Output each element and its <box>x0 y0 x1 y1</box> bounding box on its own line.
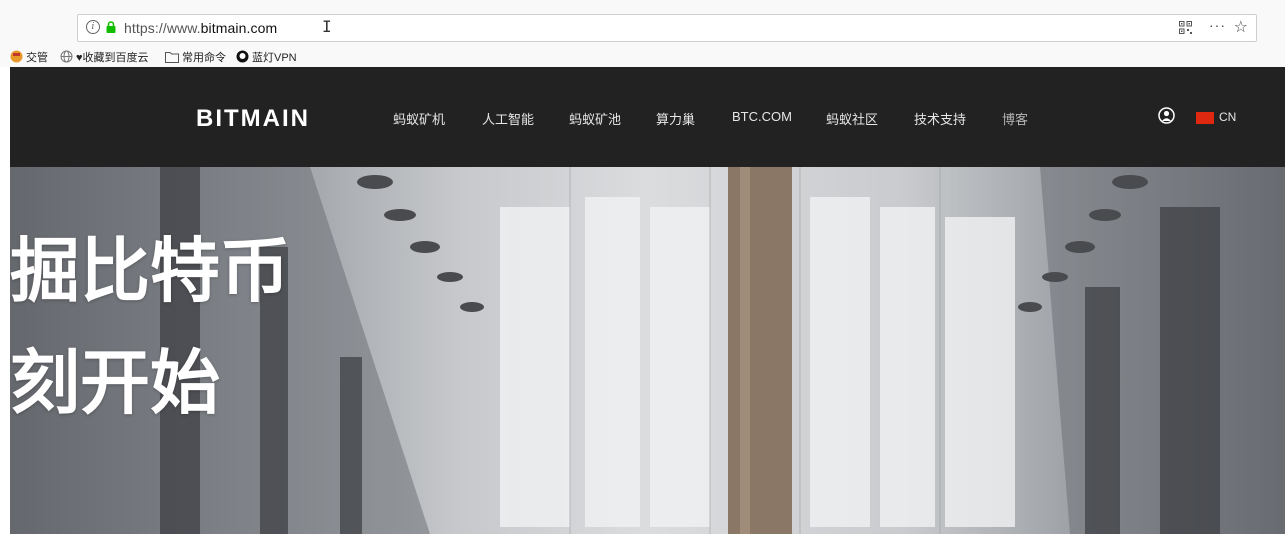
nav-item-btc-com[interactable]: BTC.COM <box>732 109 792 124</box>
folder-icon <box>165 51 179 63</box>
nav-item-ai[interactable]: 人工智能 <box>482 109 534 128</box>
nav-item-antminer[interactable]: 蚂蚁矿机 <box>393 109 445 128</box>
lock-icon[interactable] <box>106 21 116 33</box>
qr-code-icon[interactable] <box>1179 21 1192 34</box>
bookmarks-toolbar: 交管 ♥收藏到百度云 常用命令 蓝灯VPN <box>0 46 1285 67</box>
hero-headline-line2: 刻开始 <box>10 342 220 424</box>
bookmark-label: 常用命令 <box>182 51 226 64</box>
hero-headline-line1: 掘比特币 <box>10 230 290 312</box>
nav-item-blog[interactable]: 博客 <box>1002 109 1028 128</box>
globe-icon <box>60 50 73 63</box>
bookmark-item[interactable]: 蓝灯VPN <box>236 48 297 65</box>
url-prefix: https://www. <box>124 20 201 36</box>
url-text[interactable]: https://www.bitmain.com <box>124 20 277 36</box>
browser-toolbar: i https://www.bitmain.com I ··· ☆ <box>0 0 1285 46</box>
nav-item-support[interactable]: 技术支持 <box>914 109 966 128</box>
address-bar[interactable]: i https://www.bitmain.com I ··· ☆ <box>77 14 1257 42</box>
bookmark-label: 交管 <box>26 51 48 64</box>
bookmark-star-icon[interactable]: ☆ <box>1234 17 1248 37</box>
github-icon <box>236 50 249 63</box>
china-flag-icon[interactable] <box>1196 112 1214 124</box>
user-account-icon[interactable] <box>1158 107 1175 124</box>
info-icon[interactable]: i <box>86 20 100 34</box>
bitmain-logo[interactable]: BITMAIN <box>196 105 310 133</box>
bookmark-item[interactable]: 交管 <box>10 48 48 65</box>
nav-item-community[interactable]: 蚂蚁社区 <box>826 109 878 128</box>
nav-item-antpool[interactable]: 蚂蚁矿池 <box>569 109 621 128</box>
hero-banner: 掘比特币 刻开始 <box>10 167 1285 534</box>
text-cursor-icon: I <box>322 17 332 36</box>
site-header: BITMAIN 蚂蚁矿机 人工智能 蚂蚁矿池 算力巢 BTC.COM 蚂蚁社区 … <box>10 67 1285 167</box>
url-domain: bitmain.com <box>200 20 278 36</box>
bookmark-item[interactable]: 常用命令 <box>165 48 226 65</box>
bookmark-item[interactable]: ♥收藏到百度云 <box>60 48 149 65</box>
bookmark-label: 蓝灯VPN <box>252 51 297 64</box>
nav-item-hashnest[interactable]: 算力巢 <box>656 109 695 128</box>
bookmark-label: ♥收藏到百度云 <box>76 51 149 64</box>
more-actions-icon[interactable]: ··· <box>1209 17 1226 33</box>
language-selector[interactable]: CN <box>1219 110 1236 124</box>
police-icon <box>10 50 23 63</box>
